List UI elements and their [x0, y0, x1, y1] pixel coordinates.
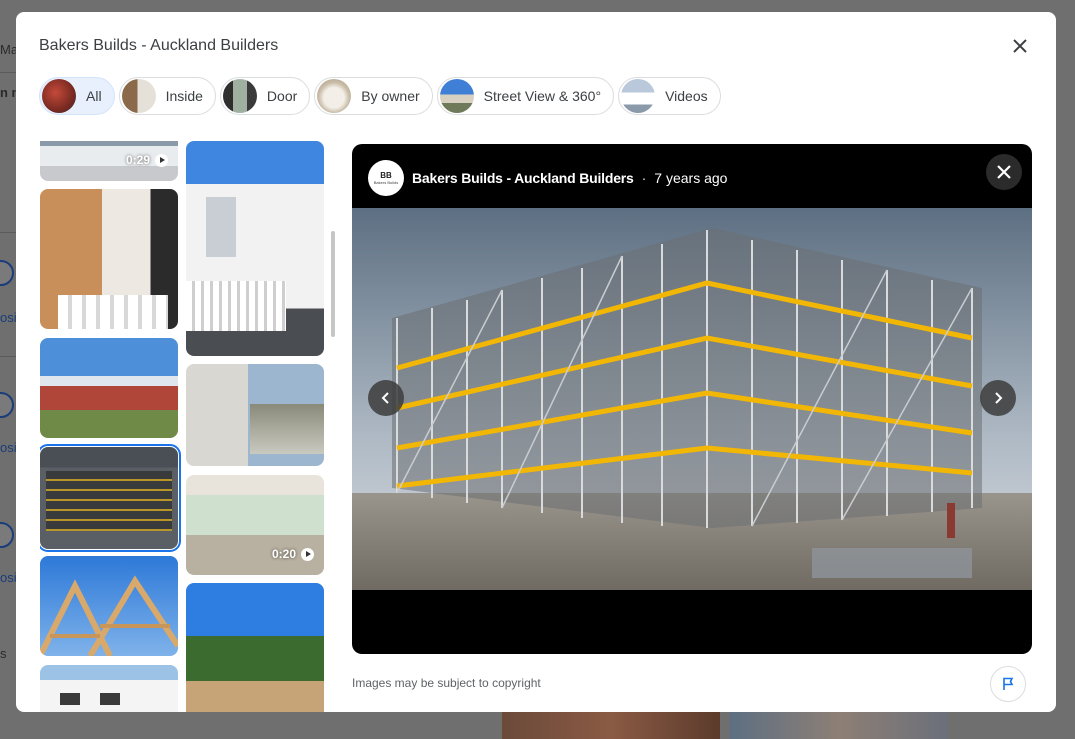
background-icon [0, 392, 14, 418]
chevron-left-icon[interactable] [368, 380, 404, 416]
chip-by-owner[interactable]: By owner [314, 77, 433, 115]
gallery-thumb[interactable] [186, 364, 324, 466]
background-text: s [0, 646, 7, 661]
scaffolding-illustration [46, 471, 172, 531]
chip-label: All [86, 88, 102, 104]
background-icon [0, 260, 14, 286]
gallery-thumb-video[interactable]: 0:20 [186, 475, 324, 575]
duration-label: 0:20 [271, 547, 296, 561]
scaffolding-photo [352, 208, 1032, 590]
main-photo [352, 208, 1032, 590]
gallery-thumb[interactable] [186, 141, 324, 356]
chip-label: Inside [165, 88, 203, 104]
chip-thumbnail [317, 79, 352, 113]
chip-all[interactable]: All [39, 77, 115, 115]
close-icon[interactable] [986, 154, 1022, 190]
photo-viewer: BB Bakers Builds Bakers Builds - Aucklan… [352, 144, 1032, 654]
gallery-thumb[interactable] [40, 556, 178, 656]
photo-gallery[interactable]: 0:29 0:20 [40, 141, 325, 712]
mountains-illustration [250, 404, 324, 454]
gallery-scrollbar[interactable] [331, 231, 335, 337]
chip-label: Street View & 360° [483, 88, 602, 104]
flag-icon[interactable] [990, 666, 1026, 702]
trusses-illustration [40, 575, 178, 656]
duration-label: 0:29 [125, 153, 150, 167]
chip-door[interactable]: Door [219, 77, 311, 115]
chip-label: Door [266, 88, 298, 104]
viewer-header: BB Bakers Builds Bakers Builds - Aucklan… [368, 160, 727, 196]
chip-inside[interactable]: Inside [118, 77, 216, 115]
modal-title: Bakers Builds - Auckland Builders [39, 37, 279, 54]
chip-thumbnail [439, 79, 474, 113]
gallery-thumb-selected[interactable] [40, 444, 181, 552]
play-icon [301, 547, 314, 561]
copyright-notice: Images may be subject to copyright [352, 676, 541, 690]
close-icon[interactable] [1004, 30, 1036, 62]
fence-illustration [186, 281, 286, 331]
background-icon [0, 522, 14, 548]
chip-label: By owner [361, 88, 420, 104]
gallery-thumb[interactable] [186, 583, 324, 712]
window-illustration [100, 693, 120, 705]
chairs-illustration [58, 295, 168, 329]
video-duration: 0:20 [272, 547, 314, 561]
chip-thumbnail [42, 79, 76, 113]
avatar-name: Bakers Builds [373, 180, 399, 185]
chip-thumbnail [222, 79, 257, 113]
gallery-thumb-video[interactable]: 0:29 [40, 141, 178, 181]
window-illustration [206, 197, 236, 257]
separator: · [641, 170, 647, 186]
gallery-thumb[interactable] [40, 189, 178, 329]
gallery-thumb[interactable] [40, 665, 178, 712]
background-photo [502, 712, 720, 739]
author-name[interactable]: Bakers Builds - Auckland Builders [412, 170, 634, 186]
chip-videos[interactable]: Videos [618, 77, 721, 115]
play-icon [155, 153, 168, 167]
chevron-right-icon[interactable] [980, 380, 1016, 416]
background-divider [0, 356, 16, 357]
video-duration: 0:29 [126, 153, 168, 167]
avatar-initials: BB [380, 171, 392, 180]
chip-label: Videos [665, 88, 708, 104]
background-divider [0, 232, 16, 233]
chip-thumbnail [621, 79, 656, 113]
window-illustration [60, 693, 80, 705]
background-photo [730, 712, 948, 739]
chip-thumbnail [121, 79, 156, 113]
author-avatar[interactable]: BB Bakers Builds [368, 160, 404, 196]
photo-age: 7 years ago [654, 170, 728, 186]
background-divider [0, 72, 16, 73]
chip-street-view[interactable]: Street View & 360° [436, 77, 615, 115]
filter-chips: All Inside Door By owner Street View & 3… [39, 77, 721, 115]
gallery-thumb[interactable] [40, 338, 178, 438]
photo-modal: Bakers Builds - Auckland Builders All In… [16, 12, 1056, 712]
